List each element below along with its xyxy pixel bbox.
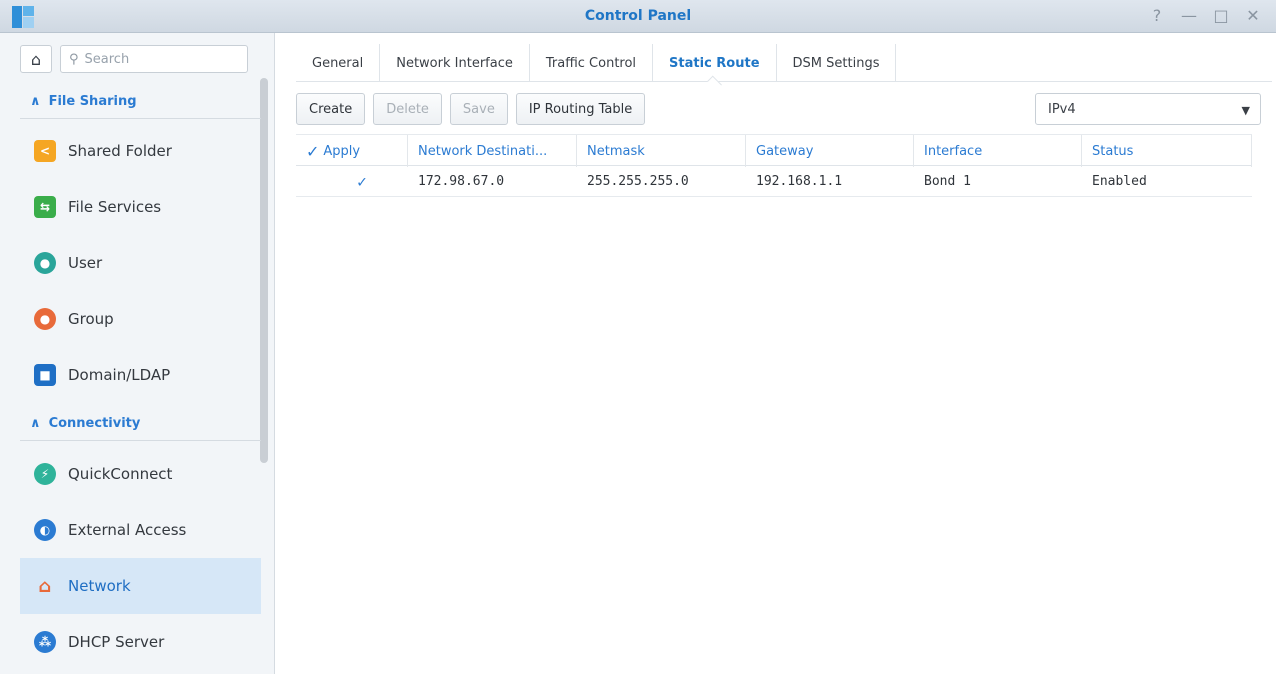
sidebar-item-label: Domain/LDAP [68,366,171,384]
checkmark-icon[interactable]: ✓ [357,172,367,191]
header-netmask[interactable]: Netmask [577,135,746,167]
header-status[interactable]: Status [1082,135,1252,167]
cell-netmask: 255.255.255.0 [587,174,689,189]
title-bar: Control Panel ? — □ ✕ [0,0,1276,33]
ip-version-select[interactable]: IPv4 ▼ [1035,93,1261,125]
table-header: ✓ Apply Network Destinati... Netmask Gat… [296,134,1252,167]
window-title: Control Panel [584,8,692,24]
chevron-up-icon: ∧ [30,94,41,109]
checkmark-icon[interactable]: ✓ [306,142,319,161]
sidebar-item-label: QuickConnect [68,465,173,483]
toolbar: Create Delete Save IP Routing Table [296,93,646,125]
tab-general[interactable]: General [296,44,381,82]
cell-status: Enabled [1092,174,1147,189]
search-box[interactable]: ⚲ [60,45,248,73]
group-icon: ● [34,308,56,330]
sidebar-item-shared-folder[interactable]: < Shared Folder [20,123,261,179]
user-icon: ● [34,252,56,274]
maximize-icon[interactable]: □ [1212,6,1230,25]
help-icon[interactable]: ? [1148,6,1166,25]
window-controls: ? — □ ✕ [1148,6,1262,25]
sidebar-item-label: Shared Folder [68,142,172,160]
cell-destination: 172.98.67.0 [418,174,505,189]
tab-network-interface[interactable]: Network Interface [380,44,530,82]
sidebar-item-label: User [68,254,103,272]
sidebar-item-group[interactable]: ● Group [20,291,261,347]
main-panel: General Network Interface Traffic Contro… [276,33,1276,674]
ip-routing-table-button[interactable]: IP Routing Table [515,93,646,125]
delete-button[interactable]: Delete [373,93,442,125]
section-file-sharing[interactable]: ∧ File Sharing [20,85,261,119]
sidebar-item-external-access[interactable]: ◐ External Access [20,502,261,558]
header-gateway[interactable]: Gateway [746,135,914,167]
section-connectivity[interactable]: ∧ Connectivity [20,407,261,441]
tab-dsm-settings[interactable]: DSM Settings [777,44,897,82]
ip-version-value: IPv4 [1048,101,1076,117]
sidebar-item-file-services[interactable]: ⇆ File Services [20,179,261,235]
quickconnect-icon: ⚡ [34,463,56,485]
domain-ldap-icon: ■ [34,364,56,386]
cell-interface: Bond 1 [924,174,971,189]
home-icon: ⌂ [30,49,42,69]
close-icon[interactable]: ✕ [1244,6,1262,25]
sidebar-top: ⌂ ⚲ [20,45,248,73]
sidebar-scrollbar[interactable] [260,78,268,463]
sidebar-item-label: Network [68,577,131,595]
search-input[interactable] [84,51,235,67]
tab-traffic-control[interactable]: Traffic Control [530,44,654,82]
row-apply-cell: ✓ [296,166,408,197]
chevron-down-icon: ▼ [1241,104,1250,117]
chevron-up-icon: ∧ [30,416,41,431]
sidebar: ⌂ ⚲ ∧ File Sharing < Shared Folder ⇆ Fil… [0,33,275,674]
sidebar-item-network[interactable]: ⌂ Network [20,558,261,614]
network-icon: ⌂ [38,575,52,597]
sidebar-item-user[interactable]: ● User [20,235,261,291]
sidebar-item-domain-ldap[interactable]: ■ Domain/LDAP [20,347,261,403]
sidebar-item-quickconnect[interactable]: ⚡ QuickConnect [20,446,261,502]
tab-static-route[interactable]: Static Route [653,44,777,82]
file-services-icon: ⇆ [34,196,56,218]
sidebar-item-label: File Services [68,198,162,216]
static-route-table: ✓ Apply Network Destinati... Netmask Gat… [296,134,1252,197]
header-apply[interactable]: ✓ Apply [296,135,408,167]
header-interface[interactable]: Interface [914,135,1082,167]
dhcp-server-icon: ⁂ [34,631,56,653]
shared-folder-icon: < [34,140,56,162]
sidebar-item-dhcp-server[interactable]: ⁂ DHCP Server [20,614,261,670]
table-row[interactable]: ✓ 172.98.67.0 255.255.255.0 192.168.1.1 … [296,166,1252,197]
create-button[interactable]: Create [296,93,366,125]
section-label: File Sharing [48,94,137,109]
sidebar-item-label: External Access [68,521,187,539]
cell-gateway: 192.168.1.1 [756,174,843,189]
search-icon: ⚲ [69,51,79,67]
section-label: Connectivity [48,416,141,431]
external-access-icon: ◐ [34,519,56,541]
save-button[interactable]: Save [449,93,508,125]
tab-bar: General Network Interface Traffic Contro… [296,44,1272,82]
sidebar-item-label: DHCP Server [68,633,165,651]
sidebar-item-label: Group [68,310,114,328]
minimize-icon[interactable]: — [1180,6,1198,25]
header-network-destination[interactable]: Network Destinati... [408,135,577,167]
home-button[interactable]: ⌂ [20,45,52,73]
